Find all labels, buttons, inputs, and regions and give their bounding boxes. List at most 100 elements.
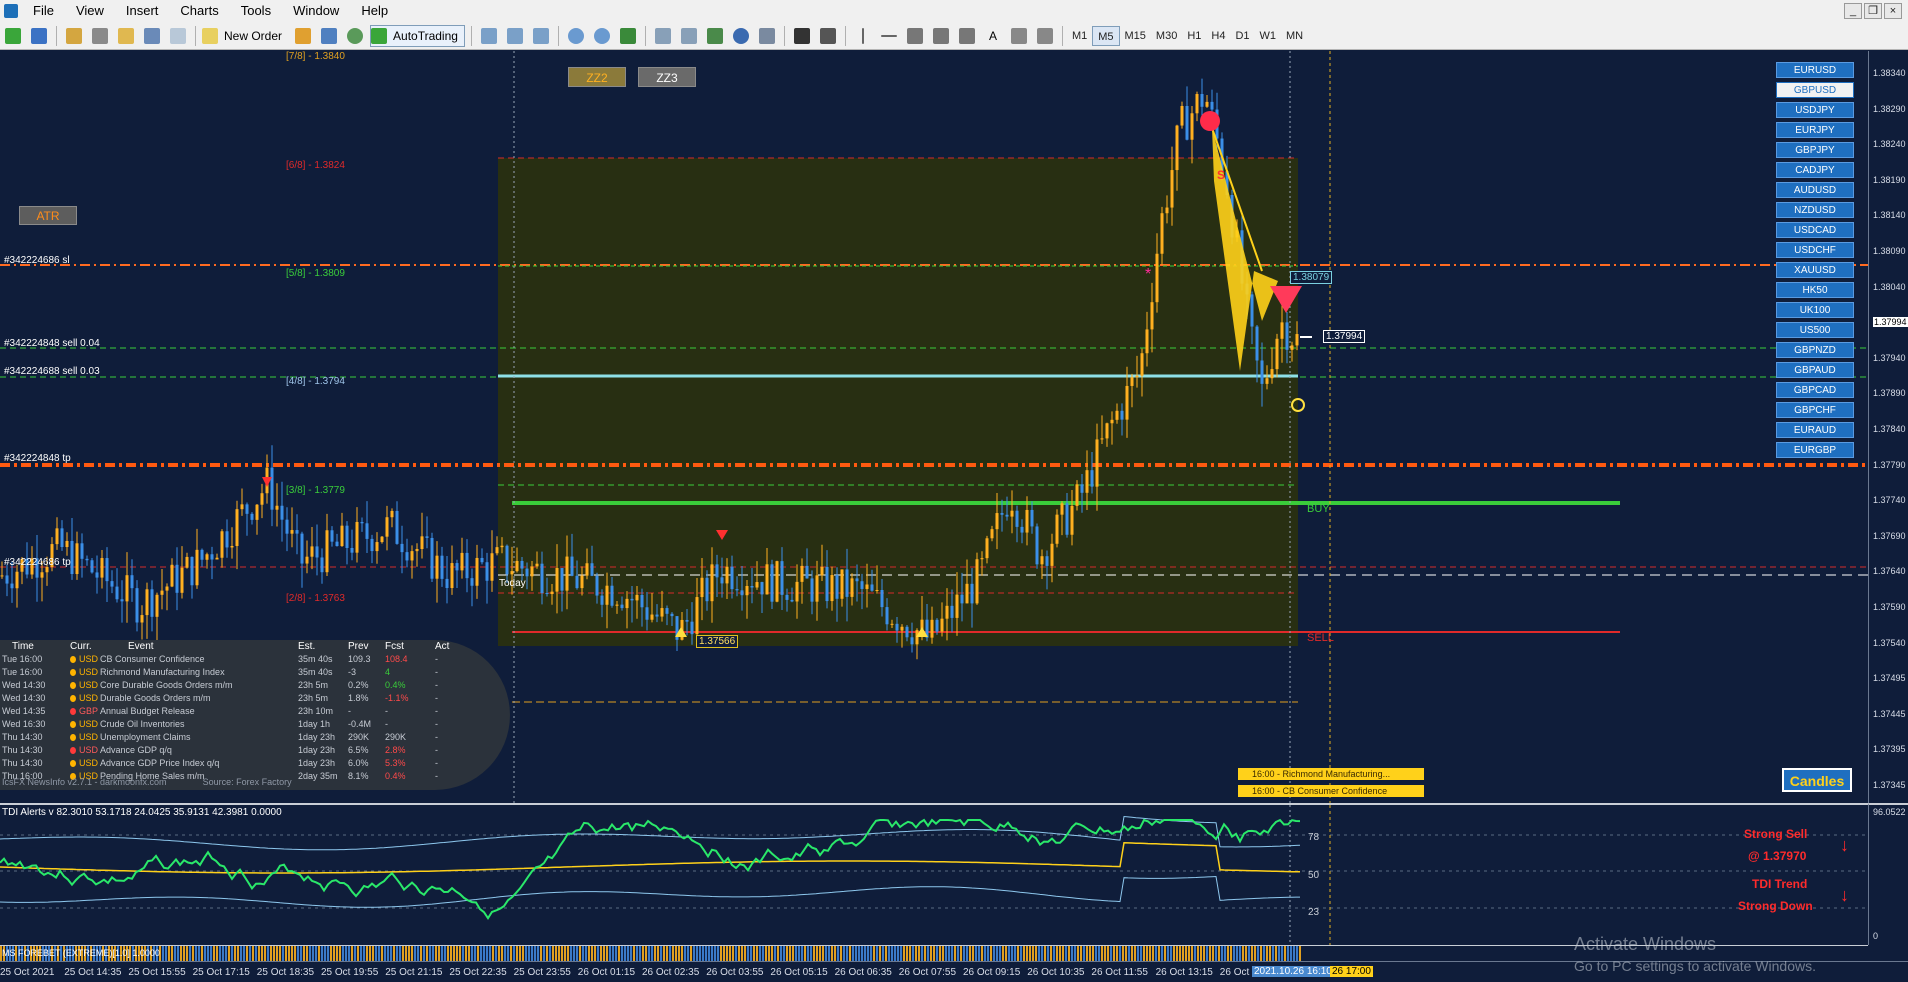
timeframe-m5[interactable]: M5	[1092, 25, 1120, 46]
candle-body	[1285, 322, 1289, 350]
chart-shift-button[interactable]	[652, 25, 674, 47]
signals-button[interactable]	[318, 25, 340, 47]
terminal-button[interactable]	[141, 25, 163, 47]
atr-button[interactable]: ATR	[19, 206, 77, 225]
zoom-in-button[interactable]	[565, 25, 587, 47]
symbol-button-us500[interactable]: US500	[1776, 322, 1854, 338]
forebet-bar	[543, 946, 545, 961]
market-watch-button[interactable]	[63, 25, 85, 47]
symbol-button-nzdusd[interactable]: NZDUSD	[1776, 202, 1854, 218]
navigator-button[interactable]	[115, 25, 137, 47]
forebet-bar	[222, 946, 224, 961]
candle-body	[185, 556, 189, 568]
candle-body	[755, 582, 759, 588]
tdi-indicator-window[interactable]: TDI Alerts v 82.3010 53.1718 24.0425 35.…	[0, 803, 1868, 945]
tester-button[interactable]	[167, 25, 189, 47]
market-watch-icon	[66, 27, 82, 44]
fibonacci-button[interactable]	[956, 25, 978, 47]
candle-body	[700, 577, 704, 598]
symbol-button-eurjpy[interactable]: EURJPY	[1776, 122, 1854, 138]
timeframe-w1[interactable]: W1	[1255, 26, 1282, 46]
symbol-button-audusd[interactable]: AUDUSD	[1776, 182, 1854, 198]
tile-windows-button[interactable]	[617, 25, 639, 47]
symbol-button-euraud[interactable]: EURAUD	[1776, 422, 1854, 438]
timeframe-h4[interactable]: H4	[1206, 26, 1230, 46]
forebet-bar	[1023, 946, 1025, 961]
symbol-button-gbpchf[interactable]: GBPCHF	[1776, 402, 1854, 418]
symbol-button-gbpusd[interactable]: GBPUSD	[1776, 82, 1854, 98]
vertical-line-button[interactable]	[852, 25, 874, 47]
symbol-button-gbpcad[interactable]: GBPCAD	[1776, 382, 1854, 398]
templates-button[interactable]	[756, 25, 778, 47]
forebet-bar	[978, 946, 980, 961]
symbol-button-eurgbp[interactable]: EURGBP	[1776, 442, 1854, 458]
menu-view[interactable]: View	[65, 0, 115, 22]
symbol-button-xauusd[interactable]: XAUUSD	[1776, 262, 1854, 278]
candles-button[interactable]: Candles	[1782, 768, 1852, 792]
zoom-out-button[interactable]	[591, 25, 613, 47]
indicators-button[interactable]	[704, 25, 726, 47]
candle-body	[230, 545, 234, 548]
symbol-button-usdcad[interactable]: USDCAD	[1776, 222, 1854, 238]
menu-window[interactable]: Window	[282, 0, 350, 22]
new-order-button[interactable]: New Order	[202, 25, 288, 47]
candle-body	[560, 568, 564, 591]
symbol-button-cadjpy[interactable]: CADJPY	[1776, 162, 1854, 178]
zz2-button[interactable]: ZZ2	[568, 67, 626, 87]
candle-body	[1035, 526, 1039, 565]
close-icon[interactable]: ×	[1884, 3, 1902, 19]
timeframe-d1[interactable]: D1	[1230, 26, 1254, 46]
forebet-bar	[1035, 946, 1037, 961]
autotrading-button[interactable]: AutoTrading	[370, 24, 465, 47]
candle-body	[515, 560, 519, 572]
line-chart-button[interactable]	[530, 25, 552, 47]
candle-body	[535, 563, 539, 567]
symbol-button-gbpjpy[interactable]: GBPJPY	[1776, 142, 1854, 158]
periods-button[interactable]	[730, 25, 752, 47]
candle-body	[85, 558, 89, 561]
timeframe-m15[interactable]: M15	[1120, 26, 1151, 46]
symbol-button-gbpnzd[interactable]: GBPNZD	[1776, 342, 1854, 358]
metaeditor-button[interactable]	[292, 25, 314, 47]
symbol-button-usdchf[interactable]: USDCHF	[1776, 242, 1854, 258]
data-window-button[interactable]	[89, 25, 111, 47]
market-button[interactable]	[344, 25, 366, 47]
symbol-button-usdjpy[interactable]: USDJPY	[1776, 102, 1854, 118]
symbol-button-gbpaud[interactable]: GBPAUD	[1776, 362, 1854, 378]
text-button[interactable]: A	[982, 25, 1004, 47]
candlestick-button[interactable]	[504, 25, 526, 47]
news-currency-code: USD	[78, 758, 98, 768]
timeframe-m30[interactable]: M30	[1151, 26, 1182, 46]
symbol-button-uk100[interactable]: UK100	[1776, 302, 1854, 318]
timeframe-h1[interactable]: H1	[1182, 26, 1206, 46]
text-label-button[interactable]	[1008, 25, 1030, 47]
menu-tools[interactable]: Tools	[230, 0, 282, 22]
restore-icon[interactable]: ❐	[1864, 3, 1882, 19]
menu-file[interactable]: File	[22, 0, 65, 22]
arrows-button[interactable]	[1034, 25, 1056, 47]
channel-button[interactable]	[930, 25, 952, 47]
forebet-bar	[447, 946, 449, 961]
murrey-level-2-8: [2/8] - 1.3763	[286, 593, 345, 604]
minimize-icon[interactable]: _	[1844, 3, 1862, 19]
timeframe-m1[interactable]: M1	[1067, 26, 1092, 46]
menu-charts[interactable]: Charts	[169, 0, 229, 22]
trendline-button[interactable]	[904, 25, 926, 47]
new-chart-button[interactable]	[2, 25, 24, 47]
profiles-button[interactable]	[28, 25, 50, 47]
horizontal-line-button[interactable]	[878, 25, 900, 47]
crosshair-button[interactable]	[817, 25, 839, 47]
candle-body	[235, 509, 239, 546]
forebet-bar	[1137, 946, 1139, 961]
cursor-button[interactable]	[791, 25, 813, 47]
symbol-button-hk50[interactable]: HK50	[1776, 282, 1854, 298]
menu-help[interactable]: Help	[350, 0, 399, 22]
candle-body	[1105, 423, 1109, 439]
bar-chart-button[interactable]	[478, 25, 500, 47]
price-axis[interactable]: 1.38340 1.38290 1.38240 1.38190 1.38140 1.380…	[1868, 51, 1908, 803]
timeframe-mn[interactable]: MN	[1281, 26, 1308, 46]
zz3-button[interactable]: ZZ3	[638, 67, 696, 87]
symbol-button-eurusd[interactable]: EURUSD	[1776, 62, 1854, 78]
menu-insert[interactable]: Insert	[115, 0, 170, 22]
autoscroll-button[interactable]	[678, 25, 700, 47]
